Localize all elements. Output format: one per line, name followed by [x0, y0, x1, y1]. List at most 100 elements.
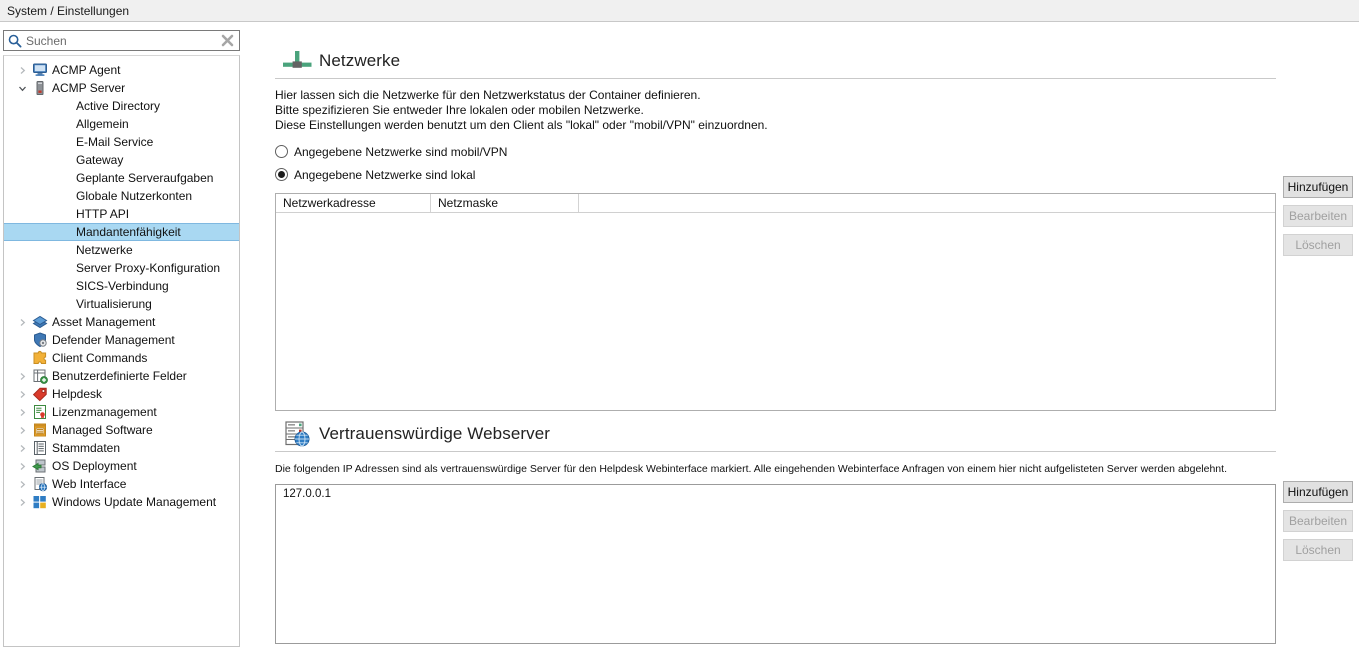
tree-item-mandantenf-higkeit[interactable]: Mandantenfähigkeit: [4, 223, 239, 241]
tree-item-allgemein[interactable]: Allgemein: [4, 115, 239, 133]
chevron-right-icon[interactable]: [14, 498, 30, 507]
chevron-right-icon[interactable]: [14, 408, 30, 417]
networks-description-line3: Diese Einstellungen werden benutzt um de…: [275, 118, 1276, 133]
chevron-right-icon[interactable]: [14, 66, 30, 75]
networks-description-line1: Hier lassen sich die Netzwerke für den N…: [275, 88, 1276, 103]
tree-item-helpdesk[interactable]: Helpdesk: [4, 385, 239, 403]
webservers-header: Vertrauenswürdige Webserver: [275, 417, 1276, 451]
tree-item-acmp-server[interactable]: ACMP Server: [4, 79, 239, 97]
column-filler: [579, 194, 1275, 212]
chevron-right-icon[interactable]: [14, 462, 30, 471]
license-icon: [30, 404, 50, 420]
tree-item-label: Allgemein: [74, 117, 129, 131]
webservers-section: Vertrauenswürdige Webserver Die folgende…: [275, 417, 1276, 644]
webservers-edit-button[interactable]: Bearbeiten: [1283, 510, 1353, 532]
clear-search-icon[interactable]: [215, 31, 239, 50]
shield-gear-icon: [30, 332, 50, 348]
chevron-right-icon[interactable]: [14, 444, 30, 453]
chevron-right-icon[interactable]: [14, 318, 30, 327]
server-globe-icon: [275, 421, 319, 447]
chevron-right-icon[interactable]: [14, 426, 30, 435]
tree-item-active-directory[interactable]: Active Directory: [4, 97, 239, 115]
tree-item-os-deployment[interactable]: OS Deployment: [4, 457, 239, 475]
tree-item-label: Managed Software: [50, 423, 153, 437]
tree-item-managed-software[interactable]: Managed Software: [4, 421, 239, 439]
tree-item-lizenzmanagement[interactable]: Lizenzmanagement: [4, 403, 239, 421]
chevron-right-icon[interactable]: [14, 480, 30, 489]
settings-window: System / Einstellungen ACMP Agent ACMP Se…: [0, 0, 1359, 650]
tree-item-sics-verbindung[interactable]: SICS-Verbindung: [4, 277, 239, 295]
webservers-list[interactable]: 127.0.0.1: [275, 484, 1276, 644]
tree-item-stammdaten[interactable]: Stammdaten: [4, 439, 239, 457]
radio-local-label: Angegebene Netzwerke sind lokal: [294, 168, 475, 182]
tree-item-server-proxy-konfiguration[interactable]: Server Proxy-Konfiguration: [4, 259, 239, 277]
tree-item-asset-management[interactable]: Asset Management: [4, 313, 239, 331]
tree-item-netzwerke[interactable]: Netzwerke: [4, 241, 239, 259]
tree-item-web-interface[interactable]: Web Interface: [4, 475, 239, 493]
column-netzmaske[interactable]: Netzmaske: [431, 194, 579, 212]
networks-table[interactable]: Netzwerkadresse Netzmaske: [275, 193, 1276, 411]
chevron-right-icon[interactable]: [14, 372, 30, 381]
tree-item-label: Active Directory: [74, 99, 160, 113]
radio-mobile-label: Angegebene Netzwerke sind mobil/VPN: [294, 145, 507, 159]
radio-networks-local[interactable]: Angegebene Netzwerke sind lokal: [275, 165, 1276, 184]
window-titlebar: System / Einstellungen: [0, 0, 1359, 22]
networks-table-header: Netzwerkadresse Netzmaske: [276, 194, 1275, 213]
webservers-description: Die folgenden IP Adressen sind als vertr…: [275, 462, 1276, 476]
tree-item-http-api[interactable]: HTTP API: [4, 205, 239, 223]
window-title: System / Einstellungen: [0, 5, 129, 17]
networks-description-line2: Bitte spezifizieren Sie entweder Ihre lo…: [275, 103, 1276, 118]
tree-item-label: Lizenzmanagement: [50, 405, 157, 419]
column-netzwerkadresse[interactable]: Netzwerkadresse: [276, 194, 431, 212]
networks-edit-button[interactable]: Bearbeiten: [1283, 205, 1353, 227]
tree-item-label: Client Commands: [50, 351, 147, 365]
chevron-right-icon[interactable]: [14, 390, 30, 399]
tree-item-label: Stammdaten: [50, 441, 120, 455]
tree-item-label: Gateway: [74, 153, 123, 167]
tree-item-gateway[interactable]: Gateway: [4, 151, 239, 169]
tree-item-globale-nutzerkonten[interactable]: Globale Nutzerkonten: [4, 187, 239, 205]
tree-item-e-mail-service[interactable]: E-Mail Service: [4, 133, 239, 151]
webservers-button-column: Hinzufügen Bearbeiten Löschen: [1283, 481, 1353, 561]
tree-item-client-commands[interactable]: Client Commands: [4, 349, 239, 367]
chevron-down-icon[interactable]: [14, 84, 30, 93]
networks-header: Netzwerke: [275, 44, 1276, 78]
network-icon: [275, 50, 319, 72]
settings-tree[interactable]: ACMP Agent ACMP Server Active Directory All…: [3, 55, 240, 647]
monitor-icon: [30, 62, 50, 78]
deployment-icon: [30, 458, 50, 474]
tree-item-label: SICS-Verbindung: [74, 279, 169, 293]
tree-item-virtualisierung[interactable]: Virtualisierung: [4, 295, 239, 313]
tree-item-windows-update-management[interactable]: Windows Update Management: [4, 493, 239, 511]
tree-item-label: Web Interface: [50, 477, 126, 491]
tree-item-label: HTTP API: [74, 207, 129, 221]
tree-item-label: E-Mail Service: [74, 135, 153, 149]
tree-item-acmp-agent[interactable]: ACMP Agent: [4, 61, 239, 79]
tree-item-label: Globale Nutzerkonten: [74, 189, 192, 203]
tree-item-label: ACMP Agent: [50, 63, 120, 77]
networks-section: Netzwerke Hier lassen sich die Netzwerke…: [275, 44, 1276, 411]
search-box[interactable]: [3, 30, 240, 51]
webservers-add-button[interactable]: Hinzufügen: [1283, 481, 1353, 503]
tree-item-geplante-serveraufgaben[interactable]: Geplante Serveraufgaben: [4, 169, 239, 187]
ticket-icon: [30, 386, 50, 402]
masterdata-icon: [30, 440, 50, 456]
settings-content: Netzwerke Hier lassen sich die Netzwerke…: [242, 22, 1359, 650]
tree-item-label: Helpdesk: [50, 387, 102, 401]
radio-mobile-indicator: [275, 145, 288, 158]
books-icon: [30, 314, 50, 330]
radio-networks-mobile[interactable]: Angegebene Netzwerke sind mobil/VPN: [275, 142, 1276, 161]
windows-update-icon: [30, 494, 50, 510]
tree-item-label: Server Proxy-Konfiguration: [74, 261, 220, 275]
webservers-delete-button[interactable]: Löschen: [1283, 539, 1353, 561]
networks-delete-button[interactable]: Löschen: [1283, 234, 1353, 256]
tree-item-label: OS Deployment: [50, 459, 137, 473]
search-input[interactable]: [26, 32, 215, 49]
webservers-title: Vertrauenswürdige Webserver: [319, 424, 550, 444]
networks-add-button[interactable]: Hinzufügen: [1283, 176, 1353, 198]
search-icon: [4, 31, 26, 50]
settings-sidebar: ACMP Agent ACMP Server Active Directory All…: [0, 22, 242, 650]
webserver-list-item[interactable]: 127.0.0.1: [276, 485, 1275, 501]
tree-item-benutzerdefinierte-felder[interactable]: Benutzerdefinierte Felder: [4, 367, 239, 385]
tree-item-defender-management[interactable]: Defender Management: [4, 331, 239, 349]
